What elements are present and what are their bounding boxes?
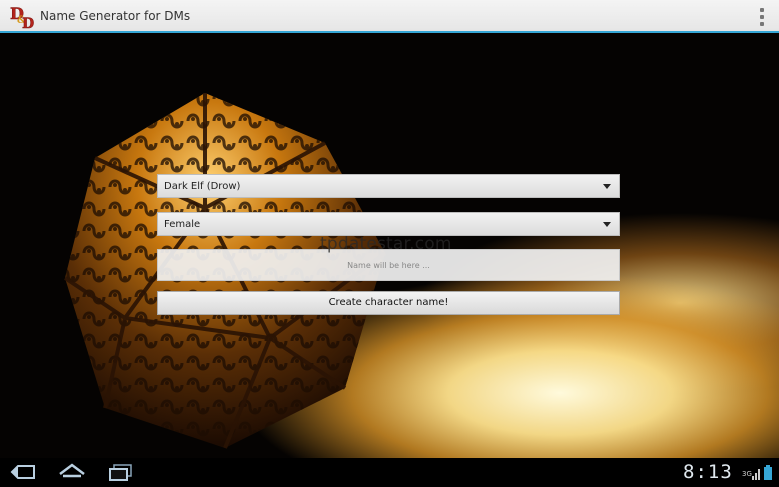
svg-text:D: D [22,16,34,30]
name-output-field[interactable]: Name will be here ... [157,249,620,281]
battery-icon [764,465,772,480]
home-icon[interactable] [58,462,86,482]
clock: 8:13 [683,461,733,483]
create-name-button[interactable]: Create character name! [157,291,620,315]
dropdown-arrow-icon [603,184,611,189]
signal-icon [752,469,760,480]
race-selected-label: Dark Elf (Drow) [164,181,241,192]
app-logo: D & D [8,3,36,33]
back-icon[interactable] [10,462,36,482]
system-bar: 8:13 3G [0,458,779,487]
race-spinner[interactable]: Dark Elf (Drow) [157,174,620,198]
recent-apps-icon[interactable] [108,462,134,482]
gender-selected-label: Female [164,219,201,230]
app-title: Name Generator for DMs [40,9,191,23]
main-content: Dark Elf (Drow) Female [0,33,779,458]
gender-spinner[interactable]: Female [157,212,620,236]
network-type-label: 3G [742,470,752,478]
dropdown-arrow-icon [603,222,611,227]
action-bar: D & D Name Generator for DMs [0,0,779,33]
name-placeholder: Name will be here ... [347,261,430,270]
overflow-menu-icon[interactable] [759,8,765,26]
